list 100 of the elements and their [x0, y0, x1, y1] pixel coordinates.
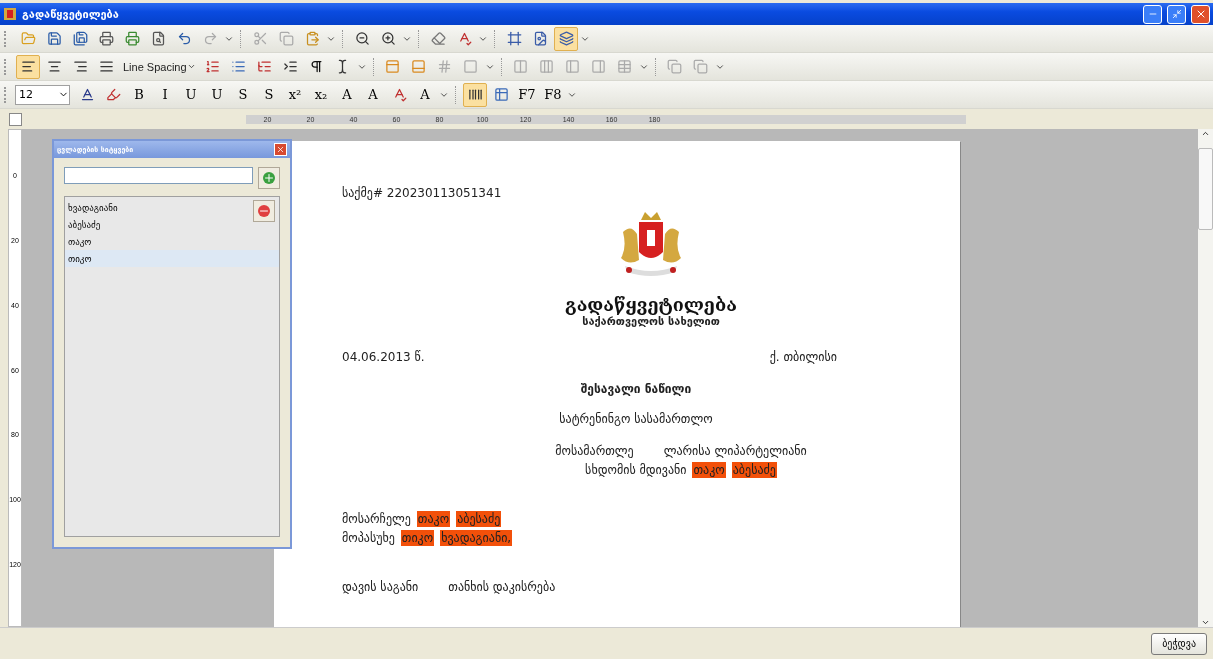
paste-icon [304, 31, 320, 46]
remove-button[interactable] [253, 200, 275, 222]
word-list-item[interactable]: აბესაძე [65, 216, 279, 233]
highlighted-field: აბესაძე [731, 461, 777, 478]
pilcrow-icon [309, 59, 325, 74]
columns-icon [513, 59, 529, 74]
pages-icon [667, 59, 683, 74]
save-all-icon [72, 31, 88, 46]
case-number: საქმე# 220230113051341 [342, 186, 503, 200]
vertical-scrollbar[interactable] [1198, 129, 1213, 627]
panel-icon [565, 59, 581, 74]
eraser-icon [430, 31, 446, 46]
scroll-up-icon[interactable] [1201, 129, 1210, 138]
city-text: ქ. თბილისი [769, 350, 837, 364]
image-icon [532, 31, 548, 46]
undo-icon [176, 31, 192, 46]
close-icon [276, 145, 285, 154]
print-button[interactable]: ბეჭდვა [1151, 632, 1207, 655]
toolbar-button[interactable] [463, 82, 487, 107]
pages-icon [693, 59, 709, 74]
align-center-icon [46, 59, 62, 74]
table-icon [493, 87, 509, 102]
align-justify-icon [98, 59, 114, 74]
word-input-field[interactable] [64, 167, 253, 184]
emblem-icon [3, 7, 17, 21]
close-button[interactable] [1191, 4, 1210, 24]
restore-icon [1171, 9, 1182, 19]
columns-icon [539, 59, 555, 74]
document-text: მოსამართლე [555, 443, 634, 458]
format-button[interactable]: U [179, 82, 203, 107]
barcode-icon [467, 87, 483, 102]
format-button[interactable]: S [257, 82, 281, 107]
court-name: სატრენინგო სასამართლო [558, 412, 714, 426]
highlighted-field: თაკო [416, 510, 451, 527]
font-color-icon [79, 87, 95, 102]
highlighter-icon [105, 87, 121, 102]
format-button[interactable]: F7 [515, 82, 539, 107]
window-title: გადაწყვეტილება [22, 7, 119, 21]
document-search-icon [150, 31, 166, 46]
table-icon [617, 59, 633, 74]
highlighted-field: აბესაძე [456, 510, 502, 527]
restore-button[interactable] [1167, 4, 1186, 24]
indent-icon [283, 59, 299, 74]
printer-icon [98, 31, 114, 46]
folder-icon [20, 31, 36, 46]
document-subtitle: საქართველოს სახელით [582, 315, 720, 328]
copy-icon [278, 31, 294, 46]
layers-icon [558, 31, 574, 46]
align-right-icon [72, 59, 88, 74]
close-button[interactable] [274, 143, 287, 156]
format-button[interactable]: B [127, 82, 151, 107]
ruler-corner-button[interactable] [9, 112, 22, 126]
highlighted-field: ხვადაგიანი, [440, 529, 513, 546]
scroll-thumb[interactable] [1198, 148, 1213, 230]
word-list-item[interactable]: ხვადაგიანი [65, 199, 279, 216]
section-heading: შესავალი ნაწილი [579, 382, 693, 396]
hash-icon [437, 59, 453, 74]
printer-icon [124, 31, 140, 46]
zoom-out-icon [354, 31, 370, 46]
document-text: სხდომის მდივანი [585, 462, 687, 477]
format-button[interactable]: A [413, 82, 437, 107]
format-button[interactable]: S [231, 82, 255, 107]
add-button[interactable] [258, 167, 280, 189]
format-button[interactable]: x₂ [309, 82, 333, 107]
align-left-icon [20, 59, 36, 74]
format-button[interactable]: U [205, 82, 229, 107]
bullet-list-icon [231, 59, 247, 74]
font-size-field[interactable]: 12 [15, 84, 70, 105]
highlighted-field: თაკო [692, 461, 726, 478]
document-text: ლარისა ლიპარტელიანი [663, 443, 807, 458]
save-icon [46, 31, 62, 46]
plus-icon [263, 172, 275, 184]
redo-icon [202, 31, 218, 46]
word-list-item[interactable]: თიკო [65, 250, 279, 267]
format-button[interactable]: A [361, 82, 385, 107]
minus-icon [258, 205, 270, 217]
caret-icon [186, 62, 196, 71]
minimize-button[interactable] [1143, 4, 1162, 24]
document-text: მოსარჩელე [342, 511, 411, 526]
document-text: თანხის დაკისრება [448, 579, 556, 594]
header-icon [385, 59, 401, 74]
format-button[interactable]: I [153, 82, 177, 107]
numbered-list-icon [205, 59, 221, 74]
scroll-down-icon[interactable] [1201, 618, 1210, 627]
word-list-item[interactable]: თაკო [65, 233, 279, 250]
panel-icon [591, 59, 607, 74]
square-icon [463, 59, 479, 74]
highlighted-field: თიკო [400, 529, 435, 546]
date-text: 04.06.2013 წ. [342, 350, 425, 364]
line-spacing-button[interactable]: Line Spacing [119, 55, 200, 78]
multilevel-list-icon [257, 59, 273, 74]
footer-icon [411, 59, 427, 74]
document-title: გადაწყვეტილება [564, 294, 738, 315]
document-text: მოპასუხე [342, 530, 395, 545]
format-button[interactable]: A [335, 82, 359, 107]
zoom-in-icon [380, 31, 396, 46]
scissors-icon [252, 31, 268, 46]
format-button[interactable]: x² [283, 82, 307, 107]
format-button[interactable]: F8 [541, 82, 565, 107]
document-text: დავის საგანი [342, 579, 419, 594]
